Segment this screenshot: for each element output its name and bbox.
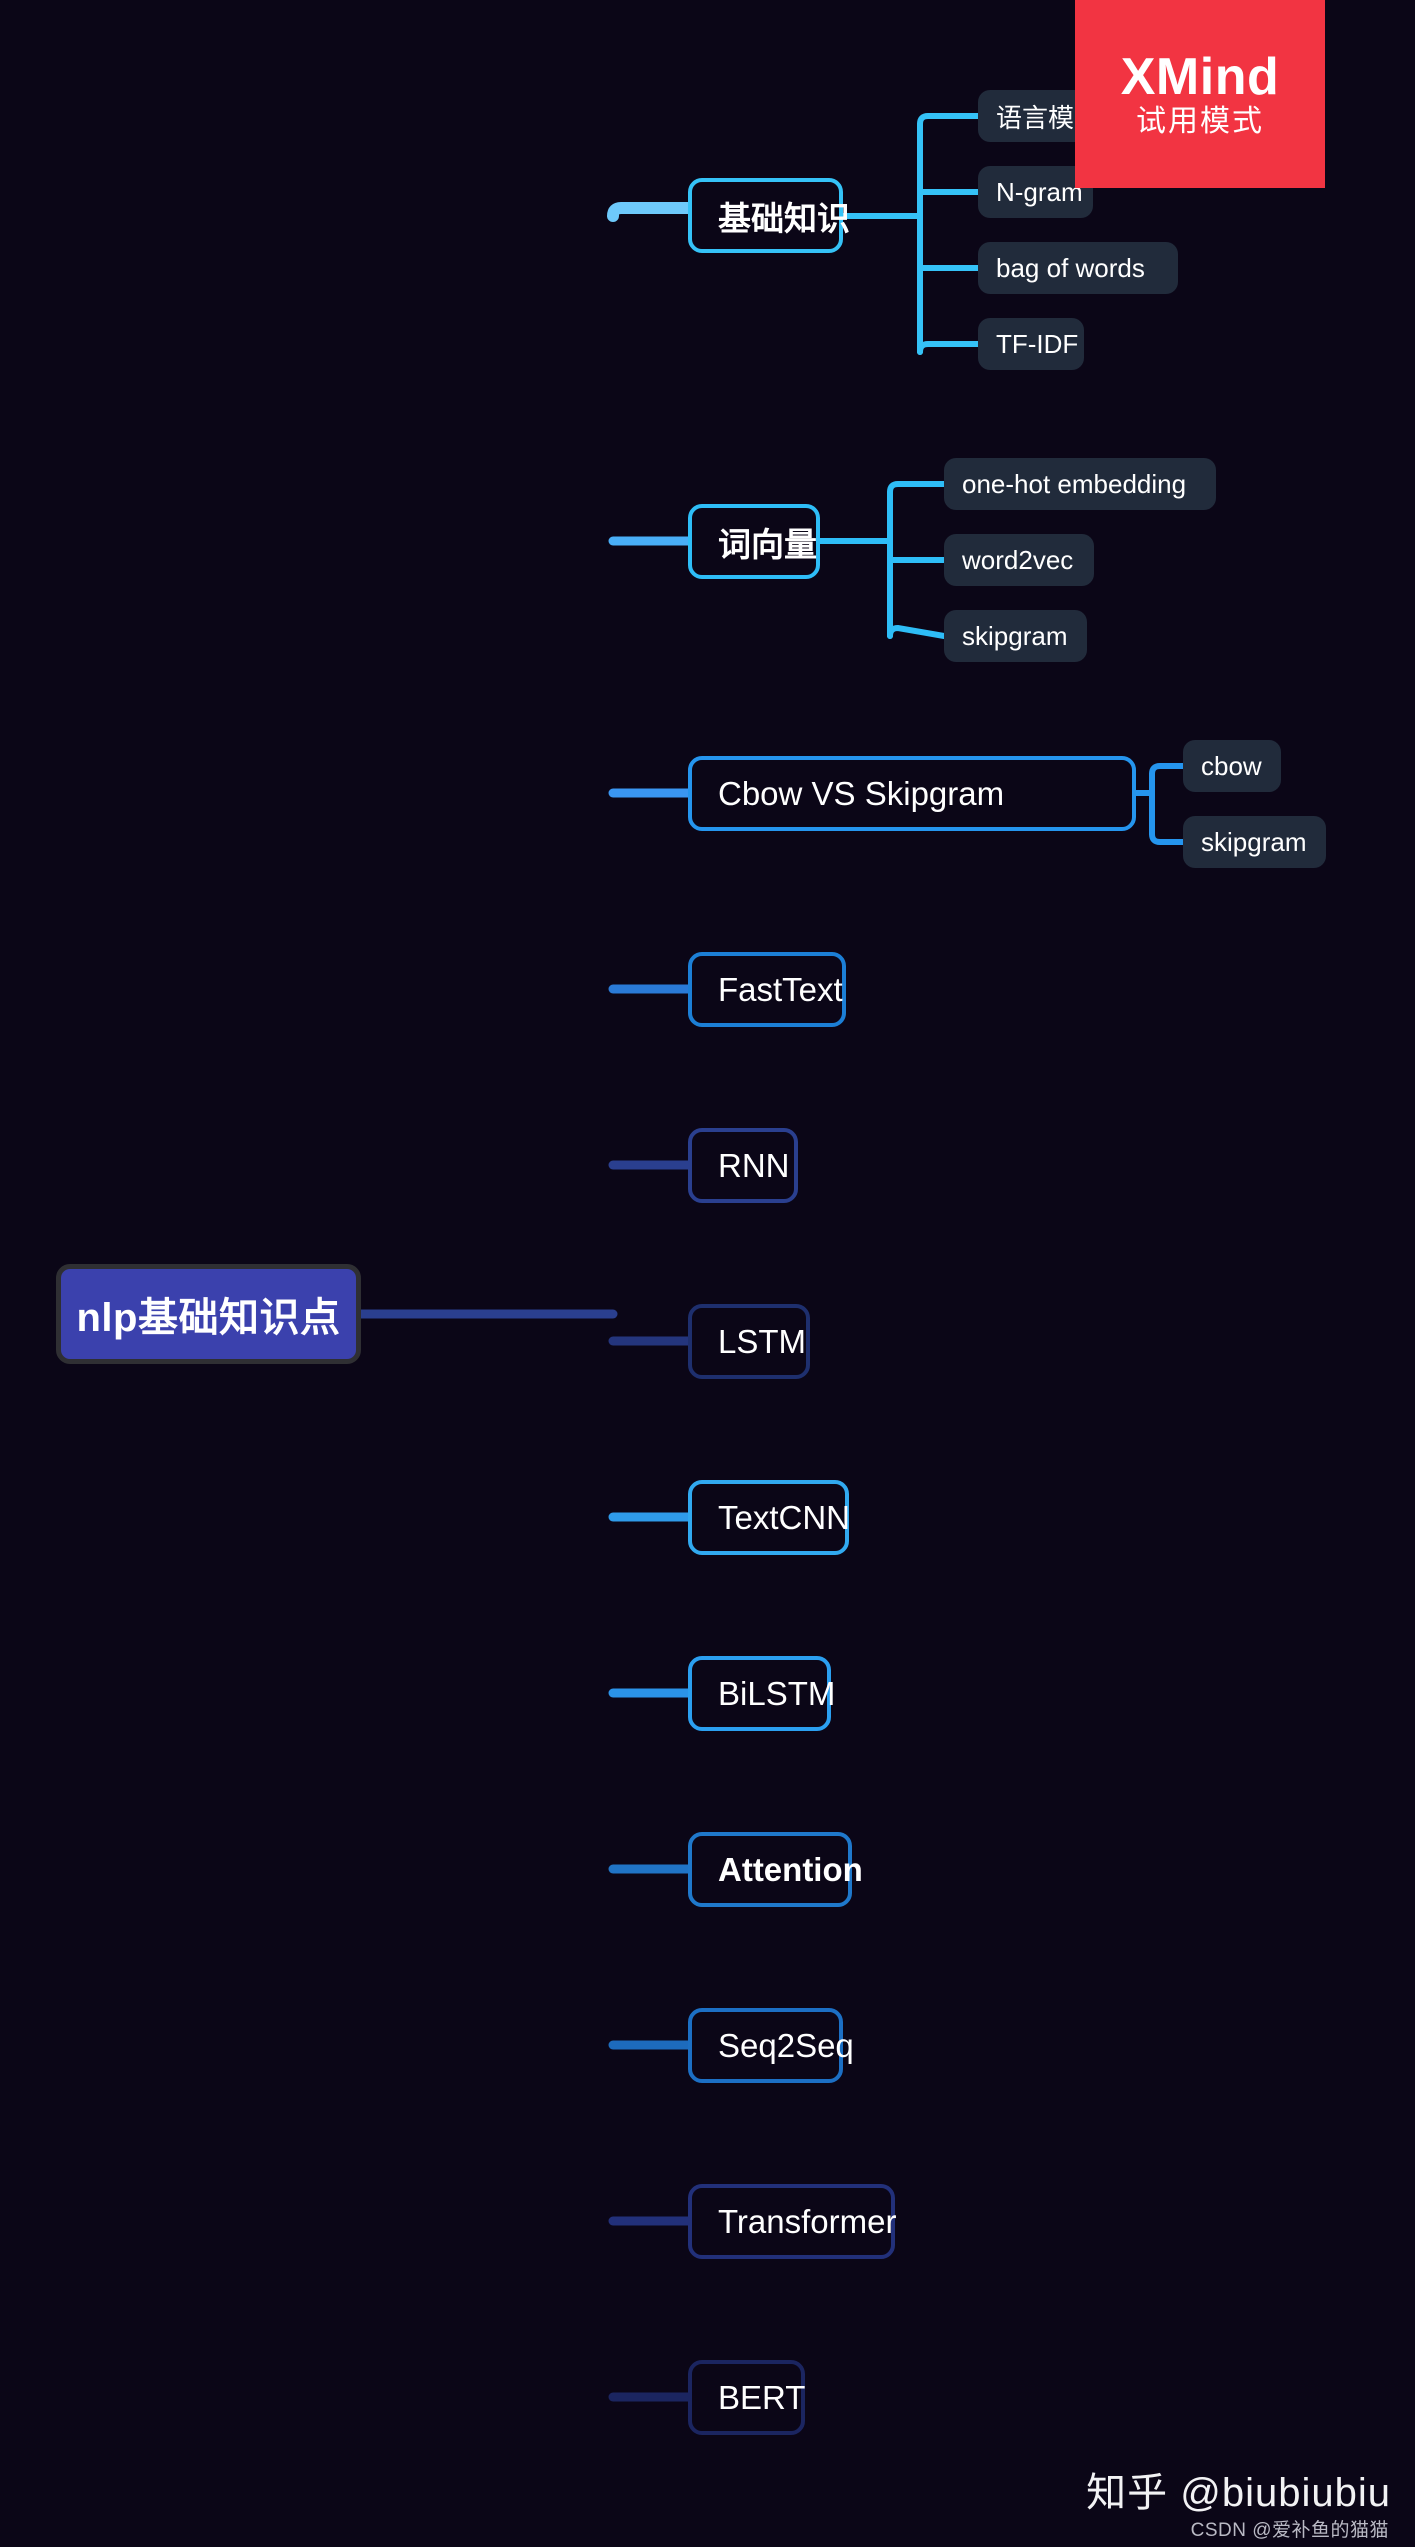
leaf-label: cbow [1201, 750, 1262, 781]
leaf-label: one-hot embedding [962, 468, 1187, 499]
leaf-node-tf-idf[interactable]: TF-IDF [978, 318, 1084, 370]
branch-label: 词向量 [718, 525, 817, 563]
leaf-node-skipgram-wordvec[interactable]: skipgram [944, 610, 1087, 662]
branch-label: Attention [718, 1850, 863, 1888]
leaf-node-cbow[interactable]: cbow [1183, 740, 1281, 792]
leaf-node-word2vec[interactable]: word2vec [944, 534, 1094, 586]
branch-label: FastText [718, 970, 843, 1008]
leaf-label: 语言模 [996, 102, 1075, 133]
branch-node-attention[interactable]: Attention [688, 1832, 863, 1907]
branch-node-word-vector[interactable]: 词向量 [688, 504, 820, 579]
branch-node-basic-knowledge[interactable]: 基础知识 [688, 178, 850, 253]
xmind-logo-text: XMind [1120, 48, 1280, 106]
branch-label: 基础知识 [718, 199, 850, 237]
branch-node-rnn[interactable]: RNN [688, 1128, 798, 1203]
branch-label: Seq2Seq [718, 2026, 854, 2064]
branch-label: Transformer [718, 2202, 897, 2240]
branch-node-seq2seq[interactable]: Seq2Seq [688, 2008, 854, 2083]
branch-label: TextCNN [718, 1498, 851, 1536]
mindmap-canvas: nlp基础知识点 基础知识 语言模 N-gram bag of words TF… [0, 0, 1415, 2547]
branch-node-fasttext[interactable]: FastText [688, 952, 846, 1027]
leaf-node-skipgram-compare[interactable]: skipgram [1183, 816, 1326, 868]
branch-label: Cbow VS Skipgram [718, 774, 1005, 812]
branch-label: BiLSTM [718, 1674, 836, 1712]
branch-node-cbow-vs-skipgram[interactable]: Cbow VS Skipgram [688, 756, 1136, 831]
branch-label: RNN [718, 1146, 790, 1184]
leaf-label: N-gram [996, 176, 1083, 207]
branch-node-bilstm[interactable]: BiLSTM [688, 1656, 835, 1731]
leaf-label: TF-IDF [996, 328, 1079, 359]
root-node-nlp-basics[interactable]: nlp基础知识点 [56, 1264, 361, 1364]
leaf-label: skipgram [1201, 826, 1307, 857]
xmind-trial-mode-text: 试用模式 [1136, 105, 1264, 138]
csdn-watermark: CSDN @爱补鱼的猫猫 [1190, 2520, 1389, 2541]
branch-node-textcnn[interactable]: TextCNN [688, 1480, 851, 1555]
branch-node-transformer[interactable]: Transformer [688, 2184, 897, 2259]
leaf-node-one-hot-embedding[interactable]: one-hot embedding [944, 458, 1216, 510]
xmind-trial-watermark: XMind 试用模式 [1075, 0, 1325, 188]
root-node-label: nlp基础知识点 [76, 1296, 341, 1340]
leaf-label: word2vec [962, 544, 1074, 575]
zhihu-watermark: 知乎 @biubiubiu [1086, 2471, 1391, 2515]
leaf-label: skipgram [962, 620, 1068, 651]
leaf-label: bag of words [996, 252, 1145, 283]
branch-label: LSTM [718, 1322, 807, 1360]
branch-label: BERT [718, 2378, 806, 2416]
branch-node-bert[interactable]: BERT [688, 2360, 805, 2435]
leaf-node-bag-of-words[interactable]: bag of words [978, 242, 1178, 294]
branch-node-lstm[interactable]: LSTM [688, 1304, 810, 1379]
